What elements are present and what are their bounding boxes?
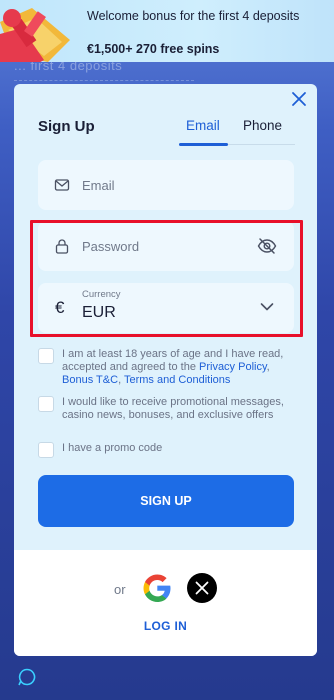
mail-icon (54, 179, 70, 191)
terms-link[interactable]: Terms and Conditions (124, 374, 230, 386)
eye-off-icon[interactable] (257, 237, 277, 255)
close-icon[interactable] (290, 90, 308, 108)
email-field[interactable]: Email (38, 160, 294, 210)
signup-button[interactable]: SIGN UP (38, 475, 294, 527)
privacy-policy-link[interactable]: Privacy Policy (199, 361, 267, 373)
email-placeholder: Email (82, 178, 115, 193)
currency-select[interactable]: € Currency EUR (38, 283, 294, 333)
bonus-logo-icon (0, 8, 70, 62)
promo-code-row: I have a promo code (38, 442, 298, 460)
login-link[interactable]: LOG IN (14, 619, 317, 633)
x-logo-icon (195, 581, 209, 595)
tab-email[interactable]: Email (186, 118, 220, 133)
google-icon[interactable] (141, 572, 173, 604)
tab-phone[interactable]: Phone (243, 118, 282, 133)
chevron-down-icon (260, 303, 274, 311)
x-login-button[interactable] (187, 573, 217, 603)
or-label: or (114, 582, 126, 597)
age-consent-row: I am at least 18 years of age and I have… (38, 348, 298, 388)
bonus-tc-link[interactable]: Bonus T&C (62, 374, 118, 386)
promo-messages-row: I would like to receive promotional mess… (38, 396, 298, 436)
euro-icon: € (55, 298, 65, 317)
promo-code-text: I have a promo code (62, 442, 163, 454)
active-tab-indicator (179, 143, 228, 146)
welcome-banner[interactable]: Welcome bonus for the first 4 deposits €… (0, 0, 334, 62)
promo-messages-text: I would like to receive promotional mess… (62, 396, 284, 422)
password-placeholder: Password (82, 239, 140, 254)
lock-icon (55, 239, 69, 254)
promo-messages-checkbox[interactable] (38, 396, 54, 412)
signup-title: Sign Up (38, 118, 95, 135)
currency-label: Currency (82, 289, 121, 300)
signup-modal: Sign Up Email Phone Email Password € Cur… (14, 84, 317, 656)
banner-title: Welcome bonus for the first 4 deposits (87, 9, 300, 23)
promo-code-checkbox[interactable] (38, 442, 54, 458)
age-consent-text: I am at least 18 years of age and I have… (62, 348, 284, 387)
age-consent-checkbox[interactable] (38, 348, 54, 364)
banner-subtitle: €1,500+ 270 free spins (87, 42, 220, 56)
password-field[interactable]: Password (38, 221, 294, 271)
currency-value: EUR (82, 304, 116, 321)
chat-icon[interactable] (17, 667, 37, 687)
